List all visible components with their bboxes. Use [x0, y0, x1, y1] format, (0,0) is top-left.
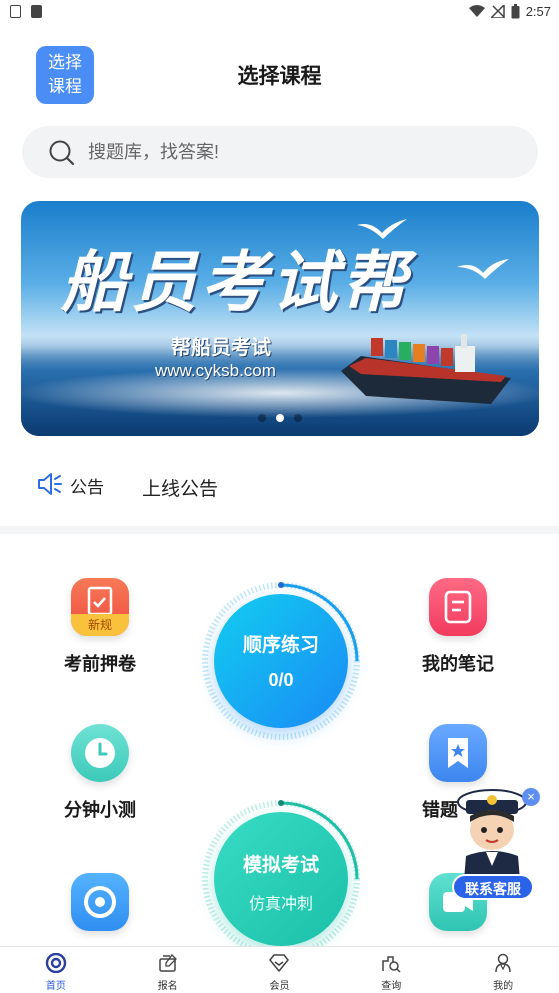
tab-query-label: 查询 [381, 981, 402, 992]
status-notifications [10, 5, 42, 18]
mock-exam-button[interactable]: 模拟考试 仿真冲刺 [214, 812, 348, 946]
battery-icon [511, 4, 520, 19]
wifi-icon [468, 5, 485, 17]
mock-exam-title: 模拟考试 [242, 855, 319, 876]
status-bar: 2:57 [0, 0, 559, 26]
customer-service-label[interactable]: 联系客服 [452, 874, 534, 900]
speaker-icon [38, 473, 62, 495]
home-icon [45, 953, 67, 973]
quick-test-item[interactable]: 分钟小测 [40, 724, 160, 822]
tab-home-label: 首页 [45, 981, 66, 992]
banner-dot-active[interactable] [276, 414, 284, 422]
cargo-ship-image [341, 334, 511, 404]
tab-member[interactable]: 会员 [224, 947, 336, 993]
target-icon [71, 873, 129, 931]
mock-exam-subtitle: 仿真冲刺 [248, 896, 313, 913]
exam-tips-badge: 新规 [87, 618, 112, 632]
my-notes-label: 我的笔记 [422, 654, 494, 674]
notice-text[interactable]: 上线公告 [142, 474, 218, 501]
banner-subtitle: 帮船员考试 [171, 337, 271, 359]
tab-home[interactable]: 首页 [0, 947, 112, 993]
tab-member-label: 会员 [269, 981, 290, 992]
app-notification-icon [31, 5, 42, 18]
promo-banner[interactable]: 船员考试帮 帮船员考试 www.cyksb.com [21, 201, 539, 436]
search-icon [49, 140, 75, 166]
banner-pagination [21, 414, 539, 422]
lock-notification-icon [10, 5, 21, 18]
search-input[interactable] [88, 126, 508, 178]
status-time: 2:57 [525, 4, 551, 19]
customer-service-widget[interactable]: × 联系客服 [448, 786, 544, 902]
status-right: 2:57 [468, 4, 551, 19]
no-signal-icon [490, 5, 505, 18]
bottom-tab-bar: 首页 报名 会员 查询 我的 [0, 946, 559, 993]
notice-label: 公告 [70, 478, 104, 497]
signup-icon [158, 954, 177, 972]
notice-bar[interactable]: 公告 上线公告 [36, 468, 516, 500]
sequential-practice-button[interactable]: 顺序练习 0/0 [214, 594, 348, 728]
close-icon[interactable]: × [522, 788, 540, 806]
seagull-icon [457, 259, 509, 279]
notes-icon [429, 578, 487, 636]
tab-profile[interactable]: 我的 [447, 947, 559, 993]
tab-signup[interactable]: 报名 [112, 947, 224, 993]
banner-dot[interactable] [294, 414, 302, 422]
clock-icon [71, 724, 129, 782]
practice-title: 顺序练习 [242, 635, 319, 656]
practice-count: 0/0 [268, 670, 294, 690]
banner-dot[interactable] [258, 414, 266, 422]
banner-title: 船员考试帮 [61, 243, 411, 321]
tab-query[interactable]: 查询 [335, 947, 447, 993]
quick-test-label: 分钟小测 [64, 800, 136, 820]
bookmark-star-icon [429, 724, 487, 782]
tab-signup-label: 报名 [157, 981, 178, 992]
my-notes-item[interactable]: 我的笔记 [398, 578, 518, 676]
exam-paper-icon: 新规 [71, 578, 129, 636]
page-title: 选择课程 [237, 65, 322, 88]
exam-tips-label: 考前押卷 [64, 654, 136, 674]
profile-icon [495, 953, 511, 973]
exam-tips-item[interactable]: 新规 考前押卷 [40, 578, 160, 676]
query-icon [382, 956, 401, 973]
member-icon [269, 954, 290, 972]
banner-url: www.cyksb.com [155, 361, 276, 380]
search-bar[interactable] [22, 126, 538, 178]
bottom-left-item[interactable] [40, 873, 160, 931]
tab-profile-label: 我的 [493, 981, 514, 992]
section-divider [0, 526, 559, 534]
